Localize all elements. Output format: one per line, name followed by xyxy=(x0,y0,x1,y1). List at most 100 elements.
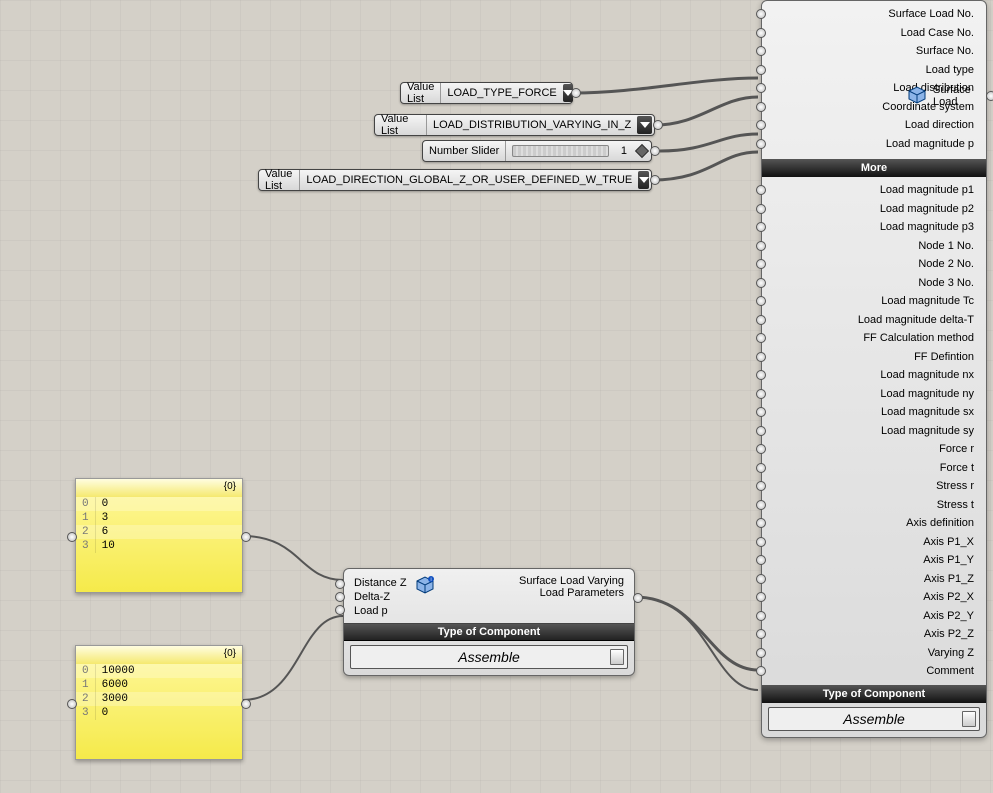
chevron-down-icon[interactable] xyxy=(638,171,649,189)
param-label: Node 2 No. xyxy=(918,258,974,270)
input-port[interactable] xyxy=(67,532,77,542)
output-port[interactable] xyxy=(241,532,251,542)
input-port[interactable] xyxy=(756,537,766,547)
input-port[interactable] xyxy=(756,315,766,325)
value-list-value: LOAD_DIRECTION_GLOBAL_Z_OR_USER_DEFINED_… xyxy=(300,174,638,186)
param-label: Load magnitude p2 xyxy=(880,203,974,215)
input-port[interactable] xyxy=(756,407,766,417)
param-label: Load direction xyxy=(905,119,974,131)
type-bar: Type of Component xyxy=(344,623,634,641)
assemble-button[interactable]: Assemble xyxy=(768,707,980,731)
input-port[interactable] xyxy=(756,352,766,362)
value-list-label: Value List xyxy=(375,115,427,135)
output-port[interactable] xyxy=(241,699,251,709)
param-label: Axis P2_X xyxy=(923,591,974,603)
output-port[interactable] xyxy=(986,91,993,101)
input-port[interactable] xyxy=(756,83,766,93)
input-port[interactable] xyxy=(756,370,766,380)
param-label: Force t xyxy=(940,462,974,474)
value-list-load-direction[interactable]: Value List LOAD_DIRECTION_GLOBAL_Z_OR_US… xyxy=(258,169,652,191)
param-label: Load magnitude ny xyxy=(880,388,974,400)
param-label: Load Case No. xyxy=(901,27,974,39)
input-port[interactable] xyxy=(756,120,766,130)
input-port[interactable] xyxy=(756,426,766,436)
surface-load-component[interactable]: Surface Load No. Load Case No. Surface N… xyxy=(761,0,987,738)
input-port[interactable] xyxy=(756,481,766,491)
value-list-load-distribution[interactable]: Value List LOAD_DISTRIBUTION_VARYING_IN_… xyxy=(374,114,655,136)
input-port[interactable] xyxy=(756,518,766,528)
input-port[interactable] xyxy=(756,139,766,149)
chevron-down-icon[interactable] xyxy=(637,116,652,134)
type-bar: Type of Component xyxy=(762,685,986,703)
value-list-label: Value List xyxy=(259,170,300,190)
input-port[interactable] xyxy=(756,102,766,112)
data-panel-1[interactable]: {0} 00 13 26 310 xyxy=(75,478,243,593)
input-port[interactable] xyxy=(335,579,345,589)
canvas[interactable]: Value List LOAD_TYPE_FORCE Value List LO… xyxy=(0,0,993,793)
input-port[interactable] xyxy=(756,611,766,621)
output-port[interactable] xyxy=(571,88,581,98)
param-label: Load magnitude p xyxy=(886,138,974,150)
input-port[interactable] xyxy=(335,592,345,602)
input-port[interactable] xyxy=(756,500,766,510)
input-port[interactable] xyxy=(756,555,766,565)
value-list-value: LOAD_TYPE_FORCE xyxy=(441,87,562,99)
input-port[interactable] xyxy=(756,444,766,454)
input-port[interactable] xyxy=(756,185,766,195)
input-port[interactable] xyxy=(756,46,766,56)
param-label: Stress t xyxy=(937,499,974,511)
param-label: Load p xyxy=(354,605,407,617)
param-label: Load magnitude p1 xyxy=(880,184,974,196)
param-label: Load magnitude sy xyxy=(881,425,974,437)
value-list-value: LOAD_DISTRIBUTION_VARYING_IN_Z xyxy=(427,119,637,131)
surface-load-varying-component[interactable]: Distance Z Delta-Z Load p i Surface Load… xyxy=(343,568,635,676)
param-label: Distance Z xyxy=(354,577,407,589)
input-port[interactable] xyxy=(756,629,766,639)
input-port[interactable] xyxy=(335,605,345,615)
slider-label: Number Slider xyxy=(423,141,506,161)
input-port[interactable] xyxy=(756,296,766,306)
input-port[interactable] xyxy=(756,463,766,473)
output-port[interactable] xyxy=(633,593,643,603)
param-label: Node 1 No. xyxy=(918,240,974,252)
input-port[interactable] xyxy=(756,65,766,75)
output-port[interactable] xyxy=(650,175,660,185)
input-port[interactable] xyxy=(756,648,766,658)
output-port[interactable] xyxy=(653,120,663,130)
slider-value: 1 xyxy=(615,145,633,157)
component-icon xyxy=(907,85,927,108)
input-port[interactable] xyxy=(756,592,766,602)
param-label: FF Calculation method xyxy=(863,332,974,344)
input-port[interactable] xyxy=(756,574,766,584)
input-port[interactable] xyxy=(756,28,766,38)
output-section: Surface Load xyxy=(905,81,987,111)
input-port[interactable] xyxy=(756,333,766,343)
input-port[interactable] xyxy=(756,9,766,19)
data-panel-2[interactable]: {0} 010000 16000 23000 30 xyxy=(75,645,243,760)
diamond-icon xyxy=(635,144,649,158)
assemble-button[interactable]: Assemble xyxy=(350,645,628,669)
input-port[interactable] xyxy=(756,666,766,676)
param-label: Node 3 No. xyxy=(918,277,974,289)
component-icon: i xyxy=(415,575,435,595)
value-list-load-type[interactable]: Value List LOAD_TYPE_FORCE xyxy=(400,82,573,104)
input-port[interactable] xyxy=(756,222,766,232)
input-port[interactable] xyxy=(756,241,766,251)
panel-branch: {0} xyxy=(224,481,236,495)
input-port[interactable] xyxy=(756,389,766,399)
param-label: Axis P1_X xyxy=(923,536,974,548)
input-port[interactable] xyxy=(756,259,766,269)
input-port[interactable] xyxy=(756,204,766,214)
output-port[interactable] xyxy=(650,146,660,156)
input-port[interactable] xyxy=(756,278,766,288)
param-label: FF Defintion xyxy=(914,351,974,363)
param-label: Axis definition xyxy=(906,517,974,529)
param-label: Load magnitude Tc xyxy=(881,295,974,307)
slider-track[interactable] xyxy=(512,145,609,157)
param-label: Axis P1_Y xyxy=(923,554,974,566)
svg-text:i: i xyxy=(430,577,431,583)
param-label: Load magnitude delta-T xyxy=(858,314,974,326)
input-port[interactable] xyxy=(67,699,77,709)
number-slider[interactable]: Number Slider 1 xyxy=(422,140,652,162)
output-label: Surface Load Varying Load Parameters xyxy=(494,575,624,599)
